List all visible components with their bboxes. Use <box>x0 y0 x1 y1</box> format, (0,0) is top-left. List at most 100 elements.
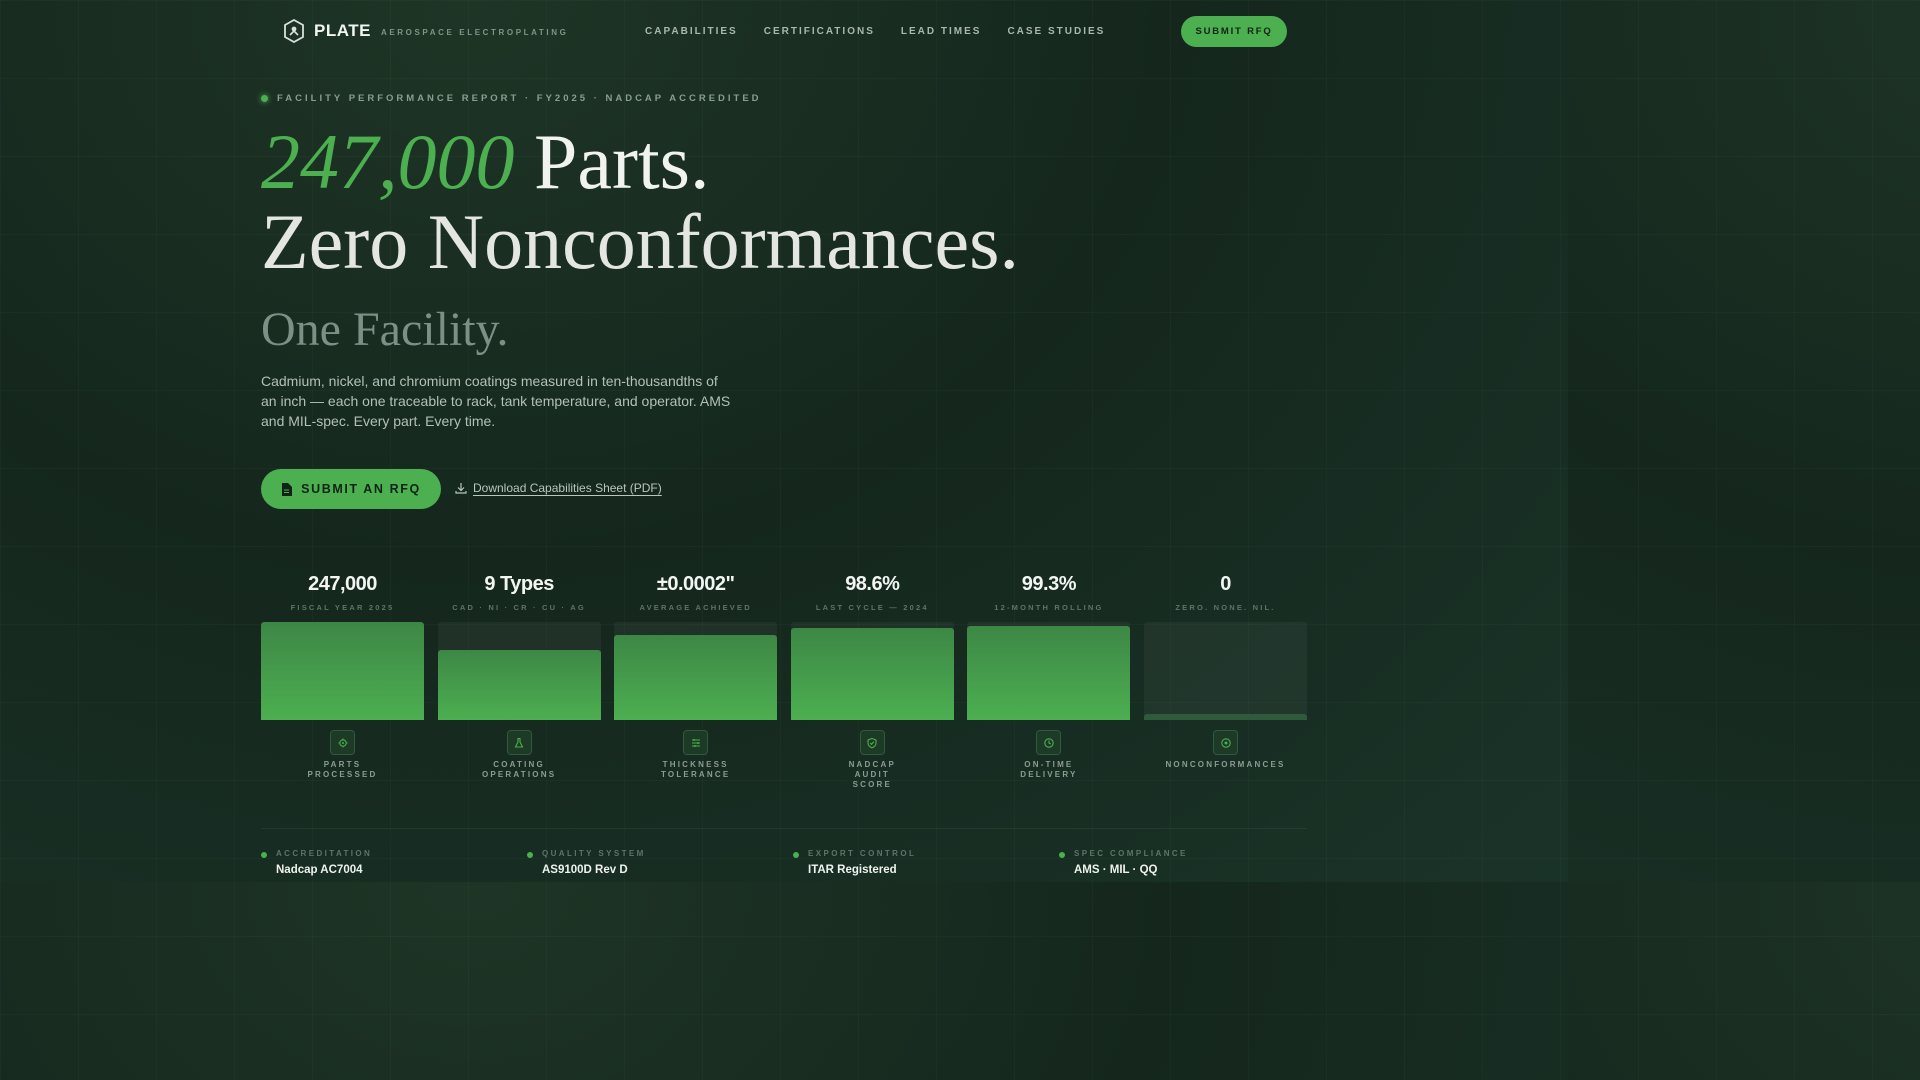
stat-caption: CAD · NI · CR · CU · AG <box>452 603 586 612</box>
clock-icon <box>1036 730 1062 755</box>
submit-rfq-button[interactable]: SUBMIT RFQ <box>1181 16 1287 47</box>
stat-label-line: DELIVERY <box>1020 770 1078 779</box>
hero-description: Cadmium, nickel, and chromium coatings m… <box>261 373 731 429</box>
stat-label-line: SCORE <box>852 780 893 789</box>
stat-bar-fill <box>967 625 1131 720</box>
headline-accent: 247,000 <box>261 118 515 205</box>
stat-bar-track <box>967 622 1131 720</box>
target-icon <box>1213 730 1238 755</box>
stat-label-line: ON-TIME <box>1024 760 1074 769</box>
brand-logo[interactable]: PLATE AEROSPACE ELECTROPLATING <box>284 19 568 43</box>
nav-link-certifications[interactable]: CERTIFICATIONS <box>764 26 875 37</box>
shield-check-icon <box>859 730 885 755</box>
top-nav: PLATE AEROSPACE ELECTROPLATING CAPABILIT… <box>0 0 1568 62</box>
stat-label: THICKNESS TOLERANCE <box>614 760 777 780</box>
stat-column: 98.6% LAST CYCLE — 2024 NADCAP AUDIT SCORE <box>790 573 954 789</box>
stat-bar-fill <box>614 634 778 720</box>
stat-value: 9 Types <box>484 573 554 595</box>
stat-caption: AVERAGE ACHIEVED <box>639 603 752 612</box>
brand-tagline: AEROSPACE ELECTROPLATING <box>380 27 569 37</box>
eyebrow: FACILITY PERFORMANCE REPORT · FY2025 · N… <box>261 93 762 104</box>
gear-icon <box>330 730 355 755</box>
flask-icon <box>506 730 532 755</box>
stat-label-line: TOLERANCE <box>660 770 731 779</box>
download-capabilities-link[interactable]: Download Capabilities Sheet (PDF) <box>455 481 662 495</box>
document-icon <box>282 482 293 496</box>
fact-body: ACCREDITATION Nadcap AC7004 <box>276 849 372 876</box>
eyebrow-text: FACILITY PERFORMANCE REPORT · FY2025 · N… <box>277 93 762 104</box>
fact-body: QUALITY SYSTEM AS9100D Rev D <box>542 849 646 876</box>
download-icon <box>455 483 467 494</box>
fact-dot <box>793 852 799 858</box>
fact-item: QUALITY SYSTEM AS9100D Rev D <box>527 849 646 876</box>
stat-column: 99.3% 12-MONTH ROLLING ON-TIME DELIVERY <box>967 573 1131 779</box>
stat-caption: LAST CYCLE — 2024 <box>815 603 929 612</box>
stat-label-line: NONCONFORMANCES <box>1165 760 1286 769</box>
stat-bar-track <box>261 622 424 720</box>
headline-line-2: Zero Nonconformances. <box>261 198 1020 285</box>
fact-item: SPEC COMPLIANCE AMS · MIL · QQ <box>1059 849 1188 876</box>
fact-value: AS9100D Rev D <box>542 864 628 876</box>
fact-label: QUALITY SYSTEM <box>542 849 646 858</box>
fact-item: EXPORT CONTROL ITAR Registered <box>793 849 916 876</box>
stat-caption: ZERO. NONE. NIL. <box>1175 603 1276 612</box>
fact-dot <box>261 852 267 858</box>
fact-item: ACCREDITATION Nadcap AC7004 <box>261 849 372 876</box>
stat-value: 98.6% <box>845 573 900 595</box>
sliders-icon <box>683 730 709 755</box>
stats-grid: 247,000 FISCAL YEAR 2025 PARTS PROCESSED 9 T… <box>261 573 1307 793</box>
stat-bar-track <box>437 622 601 720</box>
stat-label: NONCONFORMANCES <box>1144 760 1307 770</box>
stat-caption: FISCAL YEAR 2025 <box>290 603 395 612</box>
stat-bar-fill <box>1144 714 1307 720</box>
fact-value: AMS · MIL · QQ <box>1074 864 1158 876</box>
fact-dot <box>1059 852 1065 858</box>
stat-label: NADCAP AUDIT SCORE <box>791 760 954 790</box>
fact-label: SPEC COMPLIANCE <box>1074 849 1188 858</box>
stat-column: ±0.0002" AVERAGE ACHIEVED THICKNESS TOLERAN… <box>614 573 778 779</box>
fact-body: EXPORT CONTROL ITAR Registered <box>808 849 916 876</box>
stat-column: 247,000 FISCAL YEAR 2025 PARTS PROCESSED <box>261 573 424 779</box>
fact-dot <box>527 852 533 858</box>
stat-label-line: NADCAP <box>848 760 897 769</box>
stat-label: ON-TIME DELIVERY <box>967 760 1130 780</box>
nav-link-case-studies[interactable]: CASE STUDIES <box>1007 26 1105 37</box>
headline-rest: Parts. <box>514 118 710 205</box>
stat-label-line: OPERATIONS <box>481 770 557 779</box>
download-capabilities-label: Download Capabilities Sheet (PDF) <box>473 481 662 495</box>
fact-label: EXPORT CONTROL <box>808 849 917 858</box>
hexagon-logo-icon <box>284 19 304 43</box>
stat-value: 247,000 <box>308 573 377 595</box>
stat-bar-fill <box>437 650 601 720</box>
submit-an-rfq-button[interactable]: SUBMIT AN RFQ <box>261 469 441 509</box>
stat-column: 0 ZERO. NONE. NIL. NONCONFORMANCES <box>1144 573 1307 769</box>
stat-bar-fill <box>790 627 954 720</box>
fact-body: SPEC COMPLIANCE AMS · MIL · QQ <box>1074 849 1188 876</box>
nav-links: CAPABILITIES CERTIFICATIONS LEAD TIMES C… <box>645 26 1105 37</box>
stat-value: 0 <box>1220 573 1231 595</box>
stat-caption: 12-MONTH ROLLING <box>994 603 1104 612</box>
fact-value: ITAR Registered <box>808 864 897 876</box>
stat-label: PARTS PROCESSED <box>261 760 424 780</box>
stat-value: ±0.0002" <box>656 573 735 595</box>
stat-bar-fill <box>261 622 424 720</box>
nav-link-lead-times[interactable]: LEAD TIMES <box>901 26 982 37</box>
stat-label-line: PARTS <box>323 760 362 769</box>
status-dot <box>261 95 268 102</box>
headline-line-1: 247,000 Parts. <box>261 122 710 202</box>
fact-value: Nadcap AC7004 <box>276 864 363 876</box>
stat-label-line: COATING <box>493 760 545 769</box>
submit-an-rfq-label: SUBMIT AN RFQ <box>301 482 421 496</box>
stat-label: COATING OPERATIONS <box>438 760 601 780</box>
stat-label-line: AUDIT <box>854 770 891 779</box>
fact-label: ACCREDITATION <box>276 849 373 858</box>
divider <box>261 828 1307 829</box>
stat-value: 99.3% <box>1021 573 1077 595</box>
stat-bar-track <box>1144 622 1307 720</box>
stat-bar-track <box>790 622 954 720</box>
nav-link-capabilities[interactable]: CAPABILITIES <box>645 26 738 37</box>
subheadline: One Facility. <box>261 303 509 356</box>
stat-bar-track <box>614 622 778 720</box>
brand-name: PLATE <box>314 21 371 40</box>
stat-column: 9 Types CAD · NI · CR · CU · AG COATING OPE… <box>437 573 601 779</box>
